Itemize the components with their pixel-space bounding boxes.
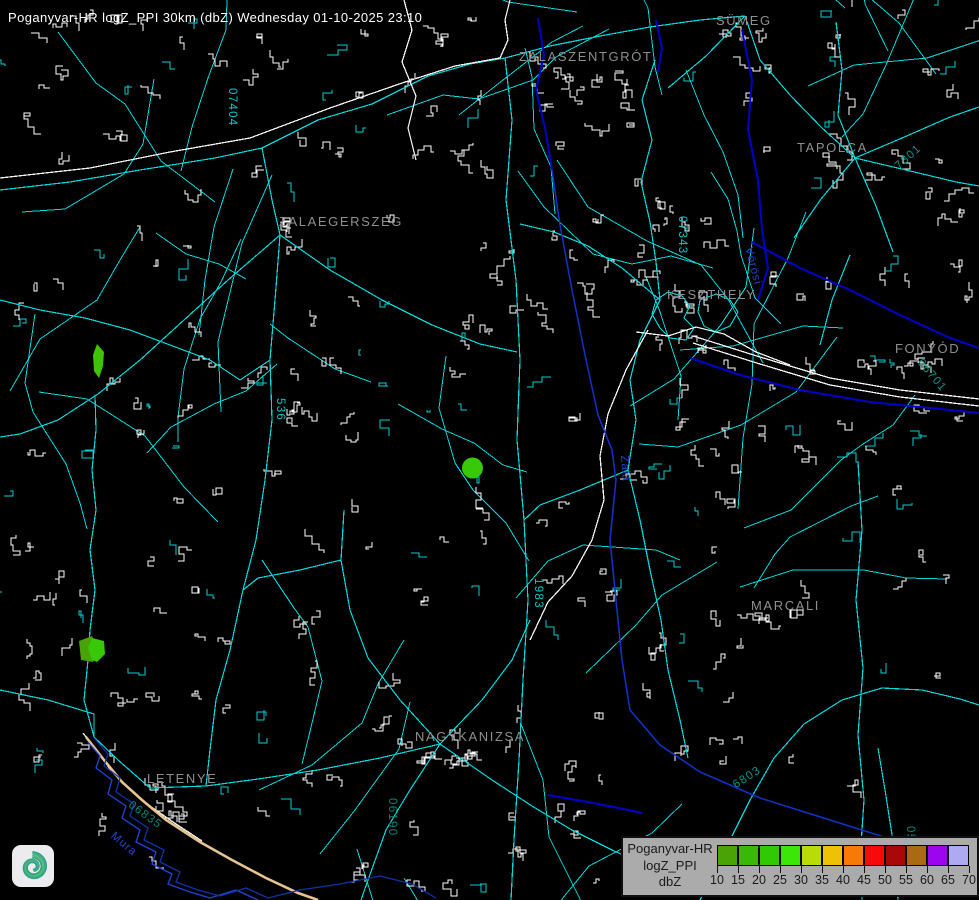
legend-tick-label: 10 [710,873,724,887]
legend-tick-label: 20 [752,873,766,887]
legend-color-cell [759,845,780,866]
legend-tick-mark [948,866,949,873]
city-label-fony-d: FONYÓD [895,341,960,356]
city-label-nagykanizsa: NAGYKANIZSA [415,729,525,744]
road-number-label-07404: 07404 [226,88,238,126]
city-label-tapolca: TAPOLCA [797,140,868,155]
legend-tick-label: 45 [857,873,871,887]
legend-tick-label: 65 [941,873,955,887]
legend-tick-label: 40 [836,873,850,887]
city-label-s-meg: SÜMEG [716,13,772,28]
radar-echo [462,458,483,479]
legend-color-cell [885,845,906,866]
legend-tick-label: 55 [899,873,913,887]
legend-color-cell [717,845,738,866]
legend-unit-label: dbZ [623,874,717,891]
legend-color-cell [927,845,948,866]
legend-tick-mark [843,866,844,873]
legend-tick-mark [906,866,907,873]
legend-panel: Poganyvar-HR logZ_PPI dbZ 10 15 20 25 30 35 40… [621,836,979,897]
legend-tick-mark [759,866,760,873]
city-label-letenye: LETENYE [147,771,217,786]
legend-tick-label: 25 [773,873,787,887]
legend-tick-mark [780,866,781,873]
legend-color-cell [780,845,801,866]
city-label-marcali: MARCALI [751,598,820,613]
radar-product-title: Poganyvar-HR logZ_PPI 30km (dbZ) Wednesd… [8,10,422,25]
legend-tick-label: 60 [920,873,934,887]
met-service-spiral-logo [12,845,54,887]
legend-tick-mark [927,866,928,873]
legend-product-name: logZ_PPI [623,858,717,875]
legend-tick-mark [885,866,886,873]
spiral-icon [12,845,54,887]
radar-screen: Poganyvar-HR logZ_PPI 30km (dbZ) Wednesd… [0,0,979,900]
legend-tick-mark [717,866,718,873]
legend-tick-mark [822,866,823,873]
legend-tick-label: 15 [731,873,745,887]
legend-radar-name: Poganyvar-HR [623,841,717,858]
road-number-label-1983: 1983 [532,578,544,609]
legend-color-cell [948,845,969,866]
legend-tick-mark [969,866,970,873]
legend-tick-mark [801,866,802,873]
legend-color-cell [906,845,927,866]
road-number-label-07343: 07343 [676,216,688,254]
legend-tick-label: 70 [962,873,976,887]
legend-tick-label: 35 [815,873,829,887]
legend-color-cell [822,845,843,866]
legend-tick-label: 30 [794,873,808,887]
legend-tick-mark [738,866,739,873]
legend-tick-label: 50 [878,873,892,887]
city-label-keszthely: KESZTHELY [667,287,756,302]
legend-color-cell [738,845,759,866]
legend-color-cell [864,845,885,866]
radar-echo [93,344,104,378]
city-label-zalaegerszeg: ZALAEGERSZEG [279,214,403,229]
river-name-label-zala: Zala [618,455,632,482]
radar-map-canvas [0,0,979,900]
legend-tick-mark [864,866,865,873]
legend-color-cell [843,845,864,866]
city-label-zalaszentgr-t: ZALASZENTGRÓT [519,49,652,64]
road-number-label-536: 536 [274,398,286,421]
legend-product-block: Poganyvar-HR logZ_PPI dbZ [623,841,717,891]
road-number-label-06190: 06190 [386,798,398,836]
legend-color-cell [801,845,822,866]
